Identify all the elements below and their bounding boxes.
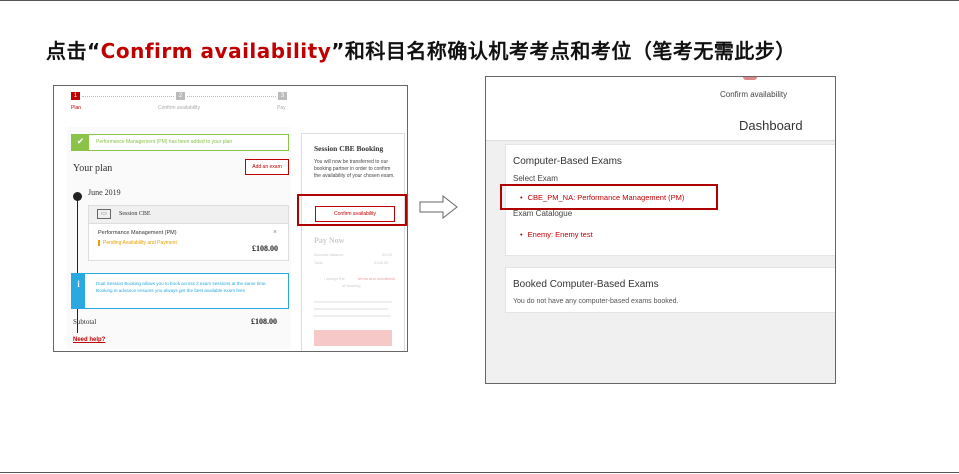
remove-exam-icon[interactable]: × — [273, 228, 277, 236]
success-message: Performance Management (PM) has been add… — [96, 139, 233, 145]
step-3-label: Pay — [277, 105, 286, 111]
faded-text-line — [314, 315, 390, 317]
exam-catalogue-label: Exam Catalogue — [513, 209, 573, 218]
computer-icon: ▭ — [97, 209, 111, 219]
terms-prefix: I accept the — [324, 276, 345, 281]
step-2-label: Confirm availability — [158, 105, 200, 111]
terms-suffix: of booking — [342, 283, 361, 288]
booking-panel-title: Session CBE Booking — [314, 144, 384, 153]
slide-headline: 点击“Confirm availability”和科目名称确认机考考点和考位（笔… — [46, 35, 796, 64]
info-icon: i — [72, 274, 85, 308]
highlight-frame-exam — [500, 184, 718, 210]
right-arrow-icon — [419, 194, 458, 220]
booked-exams-card: Booked Computer-Based Exams You do not h… — [505, 267, 835, 313]
pay-button-disabled — [314, 330, 392, 346]
session-label: Session CBE — [119, 211, 151, 217]
booked-card-title: Booked Computer-Based Exams — [513, 279, 659, 290]
session-month: June 2019 — [88, 188, 121, 197]
headline-highlight: Confirm availability — [100, 39, 332, 63]
session-card-header: ▭ Session CBE — [89, 206, 288, 224]
exam-name: Performance Management (PM) — [98, 230, 177, 236]
subtotal-price: £108.00 — [251, 317, 277, 326]
header-accent — [743, 77, 757, 80]
bottom-rule — [0, 472, 959, 473]
info-alert: i Dual Session Booking allows you to boo… — [71, 273, 289, 309]
pending-status: Pending Availability and Payment — [98, 240, 177, 246]
subtotal-label: Subtotal — [73, 318, 97, 326]
booking-panel: Session CBE Booking You will now be tran… — [301, 133, 405, 351]
success-alert: ✔ Performance Management (PM) has been a… — [71, 134, 289, 151]
booking-panel-text: You will now be transferred to our booki… — [314, 159, 395, 179]
faded-text-line — [314, 308, 388, 310]
session-card: ▭ Session CBE Performance Management (PM… — [88, 205, 289, 261]
add-exam-button[interactable]: Add an exam — [245, 159, 289, 175]
catalogue-link[interactable]: Enemy: Enemy test — [520, 230, 593, 239]
total-value: £108.00 — [374, 260, 389, 265]
info-text: Dual Session Booking allows you to book … — [96, 281, 267, 293]
step-3-marker: 3 — [278, 92, 287, 100]
exam-price: £108.00 — [252, 244, 278, 253]
highlight-frame-confirm — [297, 194, 407, 226]
cbe-card-title: Computer-Based Exams — [513, 156, 622, 167]
your-plan-title: Your plan — [73, 163, 113, 174]
select-exam-label: Select Exam — [513, 174, 558, 183]
step-connector — [82, 96, 174, 97]
faded-text-line — [314, 301, 392, 303]
page-title: Dashboard — [739, 118, 803, 133]
dashboard-header: Confirm availability Dashboard — [486, 77, 835, 141]
total-label: Total — [314, 260, 323, 265]
step-2-marker: 2 — [176, 92, 185, 100]
account-balance-value: £0.00 — [382, 252, 393, 257]
timeline-line — [77, 193, 78, 333]
step-1-label: Plan — [71, 105, 82, 111]
checkmark-icon: ✔ — [72, 135, 89, 150]
account-balance-label: Account balance — [314, 252, 344, 257]
booked-empty-text: You do not have any computer-based exams… — [513, 298, 679, 305]
progress-steps: 1 2 3 Plan Confirm availability Pay — [54, 86, 407, 114]
need-help-link[interactable]: Need help? — [73, 337, 105, 343]
dashboard-screenshot: Confirm availability Dashboard Computer-… — [485, 76, 836, 384]
terms-link[interactable]: terms and conditions — [358, 276, 395, 281]
step-connector — [187, 96, 276, 97]
headline-prefix: 点击“ — [46, 39, 101, 63]
top-rule — [0, 0, 959, 1]
nav-confirm-availability[interactable]: Confirm availability — [720, 90, 787, 99]
timeline-dot — [73, 192, 82, 201]
headline-suffix: ”和科目名称确认机考考点和考位（笔考无需此步） — [331, 39, 796, 63]
pay-now-heading: Pay Now — [314, 236, 345, 245]
step-1-marker: 1 — [71, 92, 80, 100]
